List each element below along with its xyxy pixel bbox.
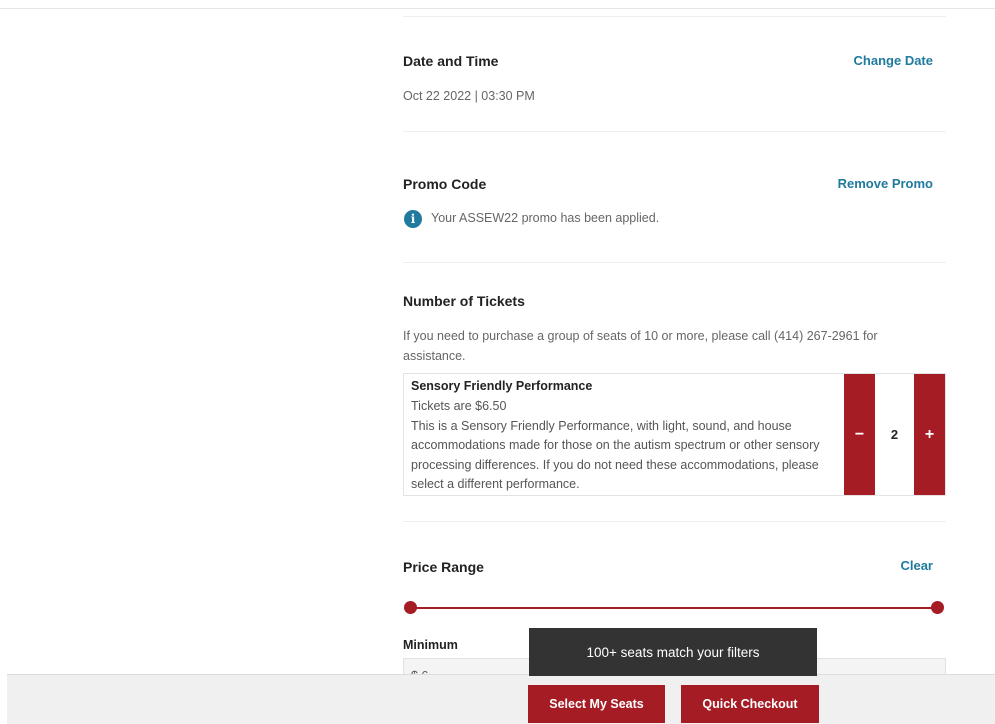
decrement-button[interactable]: − [844,374,875,495]
info-icon: i [404,210,422,228]
quick-checkout-button[interactable]: Quick Checkout [681,685,819,723]
price-min-handle[interactable] [404,601,417,614]
increment-button[interactable]: + [914,374,945,495]
clear-price-link[interactable]: Clear [900,558,933,573]
ticket-quantity: 2 [890,427,899,442]
performance-description: This is a Sensory Friendly Performance, … [411,419,820,491]
performance-title: Sensory Friendly Performance [411,379,593,393]
group-sales-note: If you need to purchase a group of seats… [403,329,878,363]
section-divider [403,521,946,522]
remove-promo-link[interactable]: Remove Promo [838,176,933,191]
promo-code-title: Promo Code [403,176,487,192]
section-divider [403,16,946,17]
price-max-handle[interactable] [931,601,944,614]
number-of-tickets-title: Number of Tickets [403,293,525,309]
minimum-label: Minimum [403,638,458,652]
bottom-action-bar [7,674,995,724]
price-range-track [411,607,938,609]
price-range-title: Price Range [403,559,484,575]
promo-applied-message: Your ASSEW22 promo has been applied. [431,211,660,225]
date-time-title: Date and Time [403,53,499,69]
ticket-type-card: Sensory Friendly Performance Tickets are… [403,373,946,496]
ticket-price: Tickets are $6.50 [411,399,507,413]
change-date-link[interactable]: Change Date [854,53,933,68]
section-divider [403,131,946,132]
select-my-seats-button[interactable]: Select My Seats [528,685,665,723]
section-divider [403,262,946,263]
seat-match-toast: 100+ seats match your filters [529,628,817,676]
selected-date-time: Oct 22 2022 | 03:30 PM [403,89,535,103]
top-divider [0,8,995,9]
toast-message: 100+ seats match your filters [586,644,760,660]
